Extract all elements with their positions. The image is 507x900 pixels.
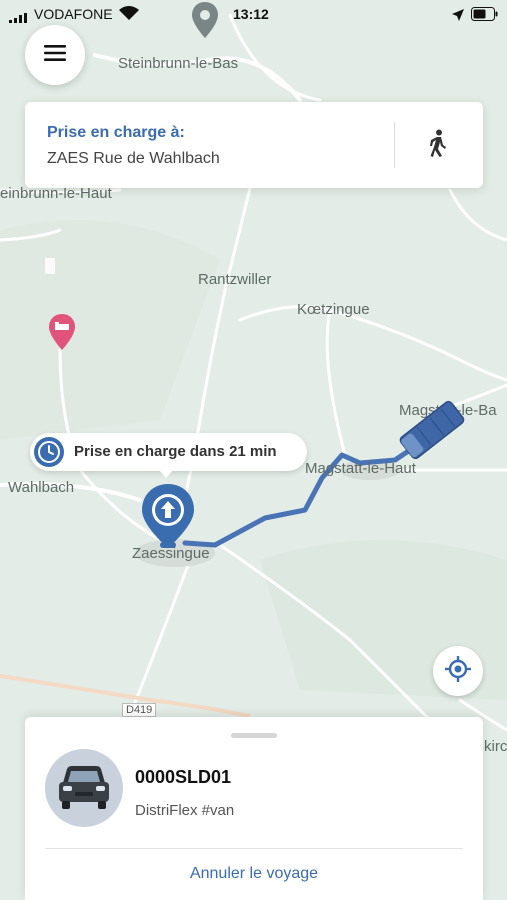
pickup-address: ZAES Rue de Wahlbach	[47, 150, 220, 167]
map-label-kirch: kirc	[484, 738, 507, 755]
clock-icon	[34, 437, 64, 467]
walking-person-icon	[428, 129, 448, 162]
pickup-card[interactable]: Prise en charge à: ZAES Rue de Wahlbach	[25, 102, 483, 188]
locate-button[interactable]	[433, 646, 483, 696]
pickup-title: Prise en charge à:	[47, 124, 185, 141]
vehicle-avatar	[45, 749, 123, 827]
pickup-divider	[394, 122, 395, 168]
vehicle-id: 0000SLD01	[135, 767, 232, 787]
van-icon[interactable]	[392, 395, 472, 465]
carrier-label: VODAFONE	[34, 6, 113, 22]
status-bar: VODAFONE 13:12	[0, 0, 507, 30]
hamburger-menu-icon	[44, 44, 66, 66]
map-label-koetzingue: Kœtzingue	[297, 301, 370, 318]
sheet-handle[interactable]	[231, 733, 277, 738]
menu-button[interactable]	[25, 25, 85, 85]
trip-sheet[interactable]: 0000SLD01 DistriFlex #van Annuler le voy…	[25, 717, 483, 900]
eta-bubble-pointer	[158, 469, 174, 478]
location-arrow-icon	[452, 8, 464, 21]
map-label-rantzwiller: Rantzwiller	[198, 271, 272, 288]
crosshair-icon	[445, 655, 471, 687]
map-label-wahlbach: Wahlbach	[8, 479, 75, 496]
map-label-d419: D419	[122, 703, 157, 717]
cancel-trip-button[interactable]: Annuler le voyage	[25, 865, 483, 883]
map-label-steinbrunn-bas: Steinbrunn-le-Bas	[118, 55, 239, 72]
wifi-icon	[119, 6, 139, 20]
vehicle-type: DistriFlex #van	[135, 802, 235, 819]
pickup-pin-icon[interactable]	[138, 482, 200, 554]
signal-icon	[9, 10, 27, 23]
battery-icon	[471, 7, 499, 21]
walk-button[interactable]	[420, 127, 456, 163]
eta-text: Prise en charge dans 21 min	[74, 443, 277, 460]
eta-bubble: Prise en charge dans 21 min	[30, 433, 307, 478]
status-time: 13:12	[233, 6, 269, 22]
hotel-pin-icon[interactable]	[49, 314, 75, 350]
sheet-divider	[45, 848, 463, 849]
